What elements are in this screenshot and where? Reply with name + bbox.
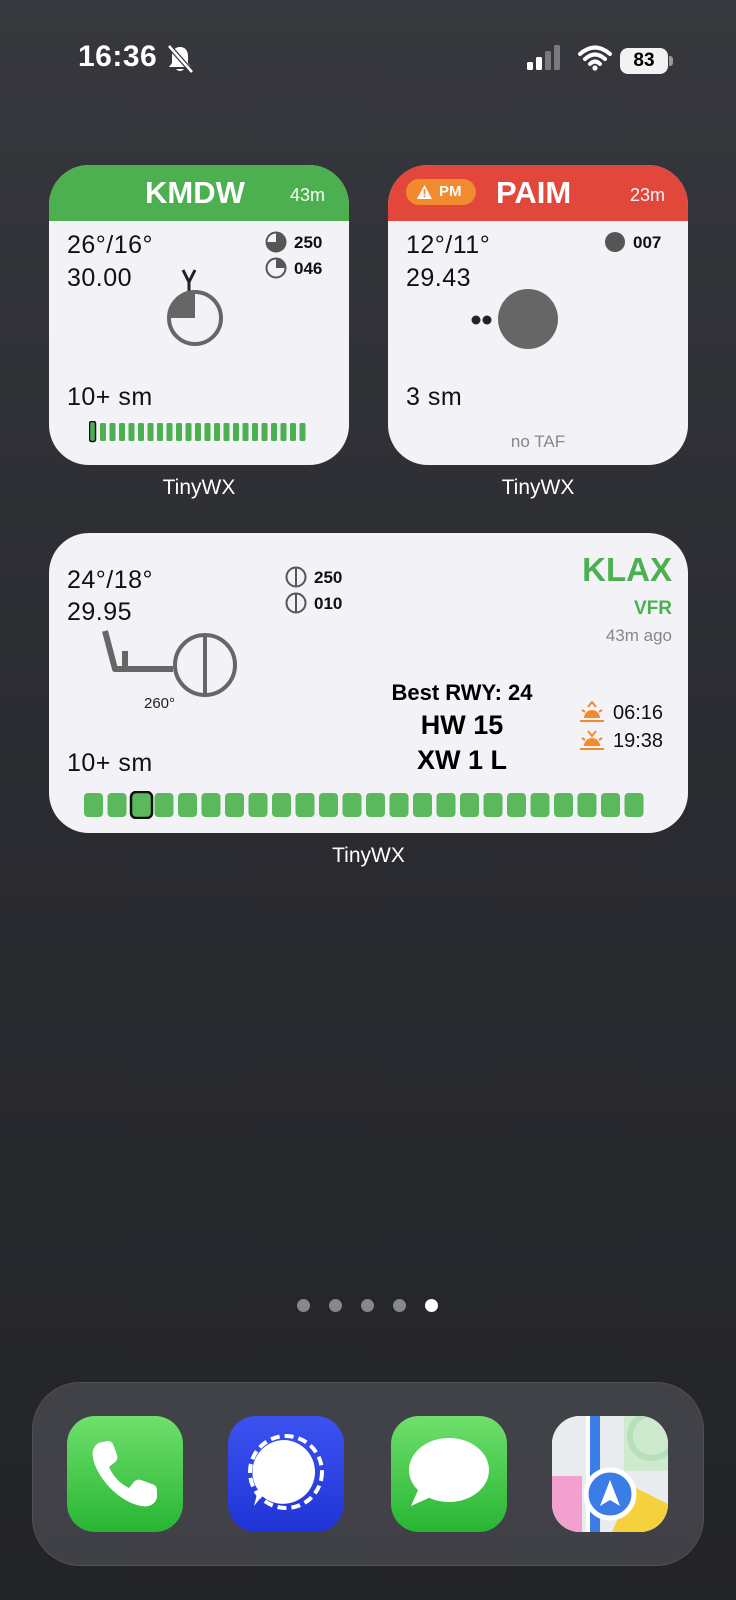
warning-icon xyxy=(417,185,432,199)
pm-alert-badge: PM xyxy=(406,179,476,205)
widget-klax[interactable]: 24°/18° 29.95 250 010 260° KLAX VFR 43m … xyxy=(49,533,688,833)
station-id: PAIM xyxy=(496,175,572,210)
station-model-icon xyxy=(471,289,558,349)
station-model-icon xyxy=(167,269,223,346)
visibility: 3 sm xyxy=(406,383,463,411)
widget-label: TinyWX xyxy=(501,476,575,499)
overcast-icon xyxy=(605,232,625,252)
message-bubble-icon xyxy=(409,1438,489,1506)
altimeter: 29.43 xyxy=(406,264,472,292)
cloud-layer-2: 010 xyxy=(314,594,343,613)
temp-dewpoint: 26°/16° xyxy=(67,231,154,259)
cloud-cover-icon xyxy=(265,231,287,253)
station-id: KMDW xyxy=(145,175,245,210)
wifi-icon xyxy=(578,45,612,71)
report-age: 43m ago xyxy=(605,626,672,645)
report-age: 23m xyxy=(630,185,666,205)
clear-sky-icon xyxy=(285,592,307,614)
bell-slash-icon xyxy=(167,44,194,74)
signal-app-icon[interactable] xyxy=(228,1416,344,1532)
forecast-timeline xyxy=(88,420,309,443)
page-dot-2[interactable] xyxy=(329,1299,342,1312)
badge-label: PM xyxy=(439,183,462,200)
sunset-icon xyxy=(580,730,604,750)
forecast-timeline xyxy=(83,790,653,820)
report-age: 43m xyxy=(290,185,326,205)
headwind: HW 15 xyxy=(420,710,504,740)
crosswind: XW 1 L xyxy=(416,745,507,775)
wind-direction: 260° xyxy=(144,695,176,712)
widget-label: TinyWX xyxy=(162,476,236,499)
page-dot-1[interactable] xyxy=(297,1299,310,1312)
cloud-cover-icon xyxy=(265,257,287,279)
clear-sky-icon xyxy=(285,566,307,588)
sunrise-icon xyxy=(580,701,604,722)
widget-label: TinyWX xyxy=(332,844,405,867)
page-dot-4[interactable] xyxy=(393,1299,406,1312)
phone-app-icon[interactable] xyxy=(67,1416,183,1532)
status-time: 16:36 xyxy=(78,40,158,73)
page-dot-5-active[interactable] xyxy=(425,1299,438,1312)
widget-kmdw[interactable]: KMDW 43m 26°/16° 30.00 250 046 10+ sm xyxy=(49,165,349,465)
widget-paim[interactable]: PM PAIM 23m 12°/11° 29.43 007 3 sm no TA… xyxy=(388,165,688,465)
visibility: 10+ sm xyxy=(67,383,153,411)
messages-app-icon[interactable] xyxy=(391,1416,507,1532)
altimeter: 30.00 xyxy=(67,264,133,292)
battery-nub xyxy=(669,56,673,66)
sunset-time: 19:38 xyxy=(613,730,664,752)
phone-handset-icon xyxy=(92,1441,157,1507)
taf-status: no TAF xyxy=(510,432,566,451)
cloud-layer-1: 007 xyxy=(633,233,662,252)
battery-indicator: 83 xyxy=(620,48,668,74)
sunrise-time: 06:16 xyxy=(613,702,664,724)
cellular-signal-icon xyxy=(527,45,560,70)
temp-dewpoint: 24°/18° xyxy=(67,566,154,594)
temp-dewpoint: 12°/11° xyxy=(406,231,491,259)
cloud-layer-1: 250 xyxy=(294,233,323,252)
map-navigation-icon xyxy=(552,1416,668,1532)
visibility: 10+ sm xyxy=(67,749,153,777)
flight-category: VFR xyxy=(634,598,672,619)
cloud-layer-1: 250 xyxy=(314,568,343,587)
page-dot-3[interactable] xyxy=(361,1299,374,1312)
best-runway: Best RWY: 24 xyxy=(391,680,533,705)
cloud-layer-2: 046 xyxy=(294,259,323,278)
chat-bubble-icon xyxy=(248,1434,324,1510)
station-id: KLAX xyxy=(582,551,672,588)
maps-app-icon[interactable] xyxy=(552,1416,668,1532)
